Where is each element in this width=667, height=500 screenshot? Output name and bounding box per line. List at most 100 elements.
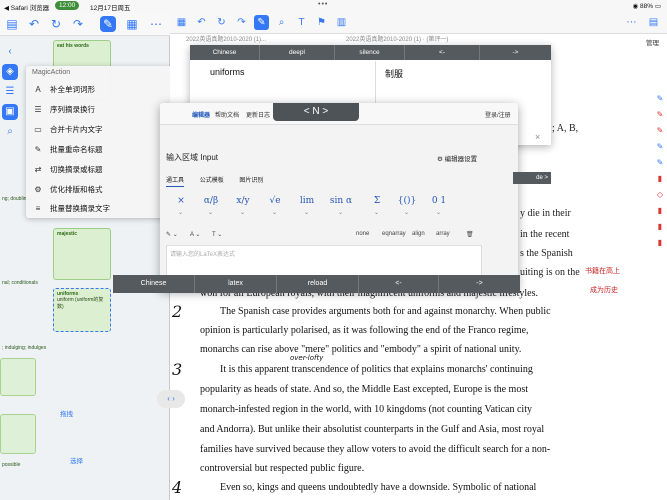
action-latex[interactable]: latex <box>195 275 277 293</box>
refresh-icon[interactable]: ↻ <box>48 16 64 32</box>
magic-item-replace[interactable]: ≡ 批量替换摘录文字 <box>26 200 172 218</box>
latex-symbol-times[interactable]: × ⌄ <box>168 191 194 216</box>
bookmark-icon[interactable]: ⚑ <box>314 15 329 30</box>
grid-icon[interactable]: ▦ <box>174 15 189 30</box>
multitask-dots-icon[interactable]: ••• <box>318 1 328 8</box>
note-card[interactable]: majestic <box>53 228 111 280</box>
latex-subtab-tools[interactable]: 通工具 <box>166 178 185 187</box>
magic-item-toggle[interactable]: ⇄ 切换摘录或标题 <box>26 160 172 180</box>
translate-tab-prev[interactable]: <- <box>405 45 480 60</box>
latex-fmt-align[interactable]: align <box>412 231 425 237</box>
close-icon[interactable]: × <box>535 132 540 142</box>
translate-tab-deepl[interactable]: deepl <box>260 45 335 60</box>
redo-icon[interactable]: ↷ <box>234 15 249 30</box>
latex-fmt-array[interactable]: array <box>436 231 450 237</box>
magic-item-rename[interactable]: ✎ 批量重命名标题 <box>26 140 172 160</box>
action-chinese[interactable]: Chinese <box>113 275 195 293</box>
marker-icon[interactable]: ▮ <box>655 238 665 248</box>
list-icon[interactable]: ☰ <box>2 84 18 100</box>
back-to-safari[interactable]: ◀ Safari 浏览器 <box>4 2 49 12</box>
select-label[interactable]: 选择 <box>70 455 83 465</box>
action-next[interactable]: -> <box>439 275 520 293</box>
magic-item-label: 切换摘录或标题 <box>50 165 103 174</box>
doc-line: monarch-infested region in the world, wi… <box>200 404 532 415</box>
action-prev[interactable]: <- <box>359 275 439 293</box>
latex-symbol-matrix[interactable]: 0 1 ⌄ <box>426 191 452 216</box>
more-icon[interactable]: ⋯ <box>624 15 639 30</box>
eraser-icon[interactable]: ◇ <box>655 190 665 200</box>
latex-subtab-ocr[interactable]: 图片识别 <box>239 178 263 184</box>
pencil-icon[interactable]: ✎ ⌄ <box>166 231 178 238</box>
latex-subtab-templates[interactable]: 公式模板 <box>200 178 224 184</box>
magic-item-complete-word[interactable]: A 补全单词词形 <box>26 80 172 100</box>
magic-item-format[interactable]: ⚙ 优化排版和格式 <box>26 180 172 200</box>
sidebar-icon[interactable]: ▤ <box>4 16 20 32</box>
app-icon[interactable]: ◈ <box>2 64 18 80</box>
latex-link-help[interactable]: 帮助文档 <box>215 110 239 119</box>
latex-link-editor[interactable]: 编辑器 <box>192 110 210 119</box>
latex-symbol-trig[interactable]: sin α ⌄ <box>328 191 354 216</box>
left-mini-card[interactable] <box>0 358 36 396</box>
status-time: 12:00 <box>55 1 80 10</box>
latex-convert-button[interactable]: de > <box>513 172 551 184</box>
refresh-icon[interactable]: ↻ <box>214 15 229 30</box>
search-icon[interactable]: ⌕ <box>274 15 289 30</box>
latex-fmt-none[interactable]: none <box>356 231 369 237</box>
font-icon[interactable]: A ⌄ <box>190 231 200 238</box>
doc-icon[interactable]: ▣ <box>2 104 18 120</box>
latex-symbol-root[interactable]: √e ⌄ <box>262 191 288 216</box>
pen-blue-icon[interactable]: ✎ <box>655 158 665 168</box>
translate-tab-silence[interactable]: silence <box>335 45 405 60</box>
left-label-5: possible <box>2 462 21 468</box>
search-icon[interactable]: ⌕ <box>2 124 18 140</box>
undo-icon[interactable]: ↶ <box>26 16 42 32</box>
latex-symbol-limit[interactable]: lim ⌄ <box>294 191 320 216</box>
pen-red-icon[interactable]: ✎ <box>655 126 665 136</box>
latex-nav-button[interactable]: < N > <box>273 103 359 121</box>
pen-red-icon[interactable]: ✎ <box>655 110 665 120</box>
text-icon[interactable]: T <box>294 15 309 30</box>
marker-icon[interactable]: ▮ <box>655 222 665 232</box>
side-icon-column: ‹ ◈ ☰ ▣ ⌕ <box>0 40 20 144</box>
latex-settings[interactable]: ⚙ 编辑器设置 <box>437 153 477 163</box>
pen-icon[interactable]: ✎ <box>254 15 269 30</box>
translate-tab-chinese[interactable]: Chinese <box>190 45 260 60</box>
pen-blue-icon[interactable]: ✎ <box>655 142 665 152</box>
pdf-tab-1[interactable]: 2022英语真题2010-2020 (1)... <box>186 34 266 43</box>
status-date: 12月17日周五 <box>90 5 131 12</box>
pdf-tab-2[interactable]: 2022英语真题2010-2020 (1) · (第评一) <box>346 34 448 43</box>
undo-icon[interactable]: ↶ <box>194 15 209 30</box>
latex-symbol-fraction[interactable]: x/y ⌄ <box>230 191 256 216</box>
action-reload[interactable]: reload <box>277 275 359 293</box>
drag-label[interactable]: 拖拽 <box>60 408 73 418</box>
magic-item-sequence[interactable]: ☰ 序列摘录换行 <box>26 100 172 120</box>
magic-item-merge[interactable]: ▭ 合并卡片内文字 <box>26 120 172 140</box>
latex-symbol-brackets[interactable]: {()} ⌄ <box>394 191 420 216</box>
translate-tab-next[interactable]: -> <box>480 45 551 60</box>
grid-icon[interactable]: ▦ <box>124 16 140 32</box>
text-icon[interactable]: T ⌄ <box>212 231 222 238</box>
left-mini-card[interactable] <box>0 414 36 454</box>
pen-blue-icon[interactable]: ✎ <box>655 94 665 104</box>
redo-icon[interactable]: ↷ <box>70 16 86 32</box>
book-icon[interactable]: ▥ <box>334 15 349 30</box>
latex-link-changelog[interactable]: 更新日志 <box>246 110 270 119</box>
latex-input-label: 输入区域 Input <box>166 153 219 162</box>
doc-line: popularity as heads of state. And so, th… <box>200 384 528 395</box>
marker-icon[interactable]: ▮ <box>655 206 665 216</box>
latex-login[interactable]: 登录/注册 <box>485 110 511 119</box>
back-icon[interactable]: ‹ <box>2 44 18 60</box>
split-toggle-button[interactable]: ‹ › <box>157 390 185 408</box>
trash-icon[interactable]: 🗑 <box>466 231 474 238</box>
sidebar-right-icon[interactable]: ▤ <box>646 15 661 30</box>
latex-subtabs: 通工具 公式模板 图片识别 <box>166 175 277 187</box>
latex-symbol-sum[interactable]: Σ ⌄ <box>364 191 390 216</box>
note-card-selected[interactable]: uniforms uniform (uniform的复数) <box>53 288 111 332</box>
latex-fmt-eqnarray[interactable]: eqnarray <box>382 231 406 237</box>
manage-button[interactable]: 管理 <box>646 37 659 47</box>
highlighter-icon[interactable]: ▮ <box>655 174 665 184</box>
latex-symbol-greek[interactable]: α/β ⌄ <box>198 191 224 216</box>
doc-fragment: y die in their <box>520 208 571 219</box>
pen-icon[interactable]: ✎ <box>100 16 116 32</box>
more-icon[interactable]: ⋯ <box>148 16 164 32</box>
